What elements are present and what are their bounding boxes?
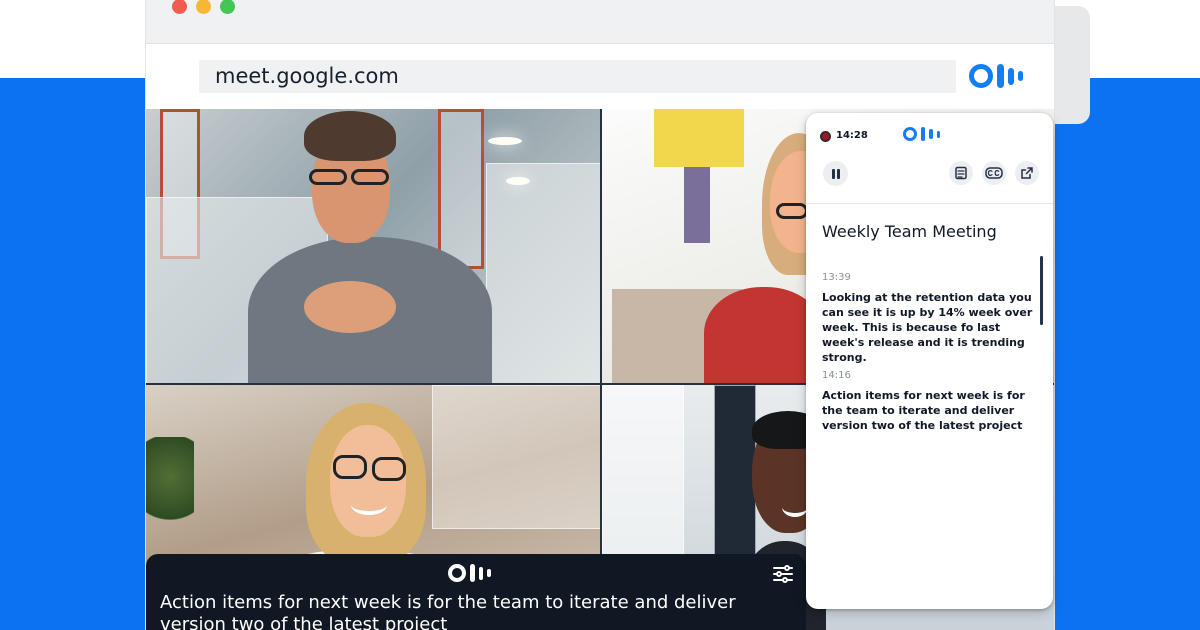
transcript-text: Action items for next week is for the te… [822, 389, 1025, 432]
participant-smile [782, 497, 808, 517]
logo-bar-icon [929, 129, 933, 139]
logo-bar-icon [487, 569, 491, 577]
maximize-window-dot-icon[interactable] [220, 0, 235, 14]
participant-glasses [309, 169, 347, 185]
logo-bar-icon [997, 64, 1004, 88]
participant-glasses [351, 169, 389, 185]
otter-side-panel: 14:28 Weekly Team Meeting 13:39 Looking … [806, 113, 1053, 609]
transcript-scrollbar[interactable] [1040, 256, 1043, 325]
closed-captions-icon [985, 167, 1003, 179]
transcript-entry: 14:16 Action items for next week is for … [822, 369, 1036, 433]
participant-glasses [776, 203, 808, 219]
ceiling-light [506, 177, 530, 185]
transcript-timestamp: 14:16 [822, 370, 851, 381]
closed-captions-button[interactable] [982, 161, 1006, 185]
pause-icon [831, 168, 840, 179]
shelf-book [684, 167, 710, 243]
recording-time: 14:28 [836, 130, 868, 141]
logo-ring-icon [969, 64, 993, 88]
participant-hands [304, 281, 396, 333]
office-window [432, 385, 600, 529]
participant-hair [304, 111, 396, 161]
participant-video-tile[interactable] [146, 109, 600, 383]
glass-partition [486, 163, 600, 383]
shelf-books [654, 109, 744, 167]
pause-recording-button[interactable] [823, 161, 848, 186]
open-external-icon [1021, 167, 1033, 179]
logo-ring-icon [448, 564, 466, 582]
logo-bar-icon [1008, 67, 1014, 85]
panel-divider [806, 203, 1053, 204]
live-caption-text: Action items for next week is for the te… [160, 592, 736, 630]
meeting-title: Weekly Team Meeting [822, 222, 997, 241]
participant-face [330, 425, 406, 537]
recording-dot-icon [820, 131, 831, 142]
office-window-frame [438, 109, 484, 269]
transcript-timestamp: 13:39 [822, 272, 851, 283]
panel-otter-logo-icon [903, 127, 940, 141]
transcript-text: Looking at the retention data you can se… [822, 291, 1033, 364]
logo-bar-icon [479, 566, 483, 580]
participant-glasses [372, 457, 406, 481]
live-caption-bar: Action items for next week is for the te… [146, 554, 806, 630]
participant-smile [351, 495, 387, 515]
notes-icon [955, 166, 967, 180]
notes-button[interactable] [949, 161, 973, 185]
office-plant [146, 437, 194, 537]
close-window-dot-icon[interactable] [172, 0, 187, 14]
logo-bar-icon [1018, 71, 1023, 81]
logo-ring-icon [903, 127, 917, 141]
caption-settings-icon[interactable] [771, 562, 795, 586]
otter-logo-icon[interactable] [969, 64, 1023, 88]
transcript-entry: 13:39 Looking at the retention data you … [822, 271, 1036, 365]
ceiling-light [488, 137, 522, 145]
browser-title-bar [146, 0, 1054, 44]
participant-glasses [333, 455, 367, 479]
address-bar[interactable]: meet.google.com [199, 60, 956, 93]
logo-bar-icon [470, 564, 475, 582]
logo-bar-icon [937, 130, 940, 138]
logo-bar-icon [921, 127, 925, 141]
caption-otter-logo-icon [448, 564, 491, 582]
open-external-button[interactable] [1015, 161, 1039, 185]
minimize-window-dot-icon[interactable] [196, 0, 211, 14]
